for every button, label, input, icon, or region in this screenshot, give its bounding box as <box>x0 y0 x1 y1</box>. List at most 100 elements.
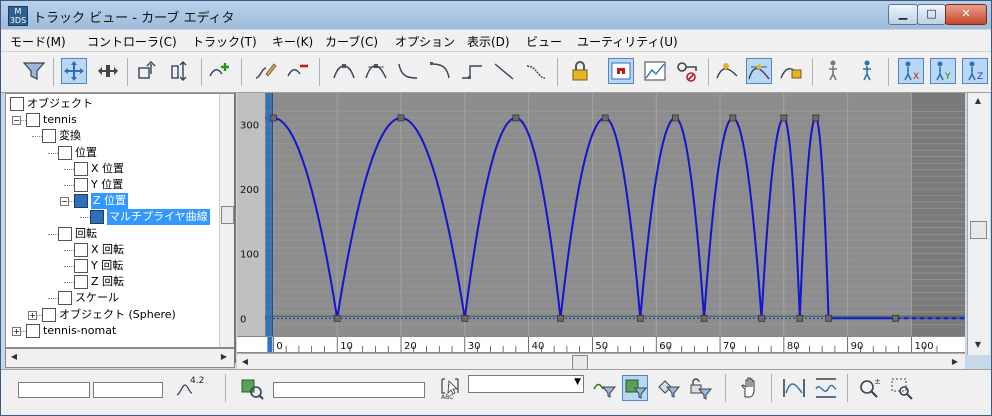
time-ruler[interactable]: 0 10 20 30 40 50 60 70 80 90 100 <box>237 336 965 353</box>
key-marker[interactable] <box>557 314 564 322</box>
scale-values-icon[interactable] <box>167 58 193 84</box>
key-marker[interactable] <box>780 114 788 122</box>
maximize-button[interactable]: □ <box>917 4 946 25</box>
lock-tangents-2-icon[interactable] <box>778 58 804 84</box>
show-all-tangents-icon[interactable] <box>746 58 772 84</box>
tree-item[interactable]: 回転 <box>6 226 216 242</box>
ruler-time-slider[interactable] <box>267 337 273 352</box>
curve-graph[interactable]: 0 100 200 300 <box>237 93 965 336</box>
filter-icon[interactable] <box>21 58 47 84</box>
filter-unlocked-icon[interactable] <box>687 375 713 401</box>
tree-item[interactable]: X 位置 <box>6 161 216 177</box>
menu-display[interactable]: 表示(D) <box>467 33 510 50</box>
pan-icon[interactable] <box>737 375 763 401</box>
show-biped-y-curve-icon[interactable]: Y <box>930 58 956 84</box>
key-marker[interactable] <box>636 314 644 322</box>
show-biped-x-curve-icon[interactable]: X <box>898 58 924 84</box>
snap-frames-icon[interactable] <box>135 58 161 84</box>
menu-view[interactable]: ビュー <box>526 33 562 50</box>
key-marker[interactable] <box>601 114 609 122</box>
curve-graph-canvas[interactable]: 0 100 200 300 <box>237 93 965 336</box>
move-keys-horizontal-icon[interactable] <box>95 58 121 84</box>
tree-horizontal-scrollbar[interactable]: ◀ ▶ <box>5 348 235 368</box>
key-marker[interactable] <box>758 314 765 322</box>
tree-item[interactable]: マルチプライヤ曲線 <box>6 209 216 226</box>
scroll-right-arrow-icon[interactable]: ▶ <box>218 351 230 363</box>
expand-icon[interactable]: + <box>28 310 37 320</box>
key-marker[interactable] <box>892 314 899 322</box>
collapse-icon[interactable]: − <box>12 116 21 126</box>
graph-scroll-right-arrow-icon[interactable]: ▶ <box>949 356 961 368</box>
key-marker[interactable] <box>461 314 469 322</box>
tree-item[interactable]: − Z 位置 <box>6 193 216 210</box>
tree-item[interactable]: − tennis <box>6 112 216 128</box>
tree-item[interactable]: Y 位置 <box>6 177 216 193</box>
graph-hscroll-thumb[interactable] <box>572 355 588 370</box>
move-keys-icon[interactable] <box>61 58 87 84</box>
graph-scroll-left-arrow-icon[interactable]: ◀ <box>239 356 251 368</box>
tree-item[interactable]: Z 回転 <box>6 274 216 290</box>
filter-combo[interactable]: ▼ <box>468 375 584 393</box>
tree-item[interactable]: スケール <box>6 290 216 306</box>
menu-track[interactable]: トラック(T) <box>192 33 257 50</box>
key-marker[interactable] <box>796 314 804 322</box>
tangent-linear-icon[interactable] <box>491 58 517 84</box>
filter-selected-icon[interactable] <box>591 375 617 401</box>
tangent-fast-icon[interactable] <box>395 58 421 84</box>
select-by-name-icon[interactable]: ABC <box>438 375 464 401</box>
key-marker[interactable] <box>812 114 820 122</box>
graph-vertical-scrollbar[interactable]: ▲ ▼ <box>967 93 990 355</box>
filter-animated-icon[interactable] <box>655 375 681 401</box>
tree-item[interactable]: + オブジェクト (Sphere) <box>6 307 216 323</box>
tree-vertical-scrollbar[interactable] <box>219 94 234 347</box>
tree-item[interactable]: X 回転 <box>6 242 216 258</box>
zoom-region-icon[interactable] <box>889 375 915 401</box>
chevron-down-icon[interactable]: ▼ <box>574 377 581 387</box>
frame-values-icon[interactable] <box>813 375 839 401</box>
controller-tree[interactable]: オブジェクト − tennis 変換 位置 X 位置 Y 位置 − Z 位置 マルチプライヤ曲線回… <box>5 93 235 348</box>
frame-horizontal-icon[interactable] <box>781 375 807 401</box>
pane-divider[interactable] <box>234 93 236 363</box>
snap-frames-toggle-icon[interactable] <box>608 58 634 84</box>
tangent-smooth-icon[interactable] <box>523 58 549 84</box>
isolate-curve-icon[interactable] <box>822 58 848 84</box>
tangent-step-icon[interactable] <box>459 58 485 84</box>
add-keys-icon[interactable] <box>207 58 233 84</box>
filter-selected-on-icon[interactable] <box>622 375 648 401</box>
key-marker[interactable] <box>729 114 737 122</box>
draw-curves-icon[interactable] <box>253 58 279 84</box>
menu-controller[interactable]: コントローラ(C) <box>87 33 177 50</box>
key-marker[interactable] <box>671 114 679 122</box>
title-bar[interactable]: M 3DS トラック ビュー - カーブ エディタ ▁ □ ✕ <box>1 1 991 29</box>
scroll-up-arrow-icon[interactable]: ▲ <box>972 95 984 107</box>
key-marker[interactable] <box>512 114 520 122</box>
zoom-icon[interactable]: ± <box>857 375 883 401</box>
menu-mode[interactable]: モード(M) <box>10 33 66 50</box>
menu-options[interactable]: オプション <box>395 33 455 50</box>
reduce-keys-icon[interactable] <box>285 58 311 84</box>
tree-item[interactable]: オブジェクト <box>6 96 216 112</box>
close-button[interactable]: ✕ <box>945 4 987 25</box>
tangent-auto-icon[interactable] <box>331 58 357 84</box>
tree-item[interactable]: Y 回転 <box>6 258 216 274</box>
collapse-icon[interactable]: − <box>60 197 69 207</box>
time-ruler-canvas[interactable]: 0 10 20 30 40 50 60 70 80 90 100 <box>237 337 965 352</box>
tree-item[interactable]: 変換 <box>6 128 216 144</box>
show-biped-z-curve-icon[interactable]: Z <box>962 58 988 84</box>
track-name-field[interactable] <box>273 382 425 398</box>
parameter-curve-out-of-range-icon[interactable] <box>642 58 668 84</box>
lock-tangents-icon[interactable] <box>674 58 700 84</box>
menu-key[interactable]: キー(K) <box>272 33 313 50</box>
menu-utilities[interactable]: ユーティリティ(U) <box>577 33 678 50</box>
scroll-left-arrow-icon[interactable]: ◀ <box>8 351 20 363</box>
graph-horizontal-scrollbar[interactable]: ◀ ▶ <box>237 353 965 370</box>
key-marker[interactable] <box>825 314 832 322</box>
tangent-slow-icon[interactable] <box>427 58 453 84</box>
lock-selection-icon[interactable] <box>567 58 593 84</box>
menu-curve[interactable]: カーブ(C) <box>325 33 378 50</box>
graph-vscroll-thumb[interactable] <box>970 221 987 239</box>
zoom-selected-object-icon[interactable] <box>239 375 265 401</box>
show-keyable-icon[interactable] <box>714 58 740 84</box>
show-biped-rotation-icon[interactable] <box>854 58 880 84</box>
frame-field[interactable] <box>18 382 90 398</box>
